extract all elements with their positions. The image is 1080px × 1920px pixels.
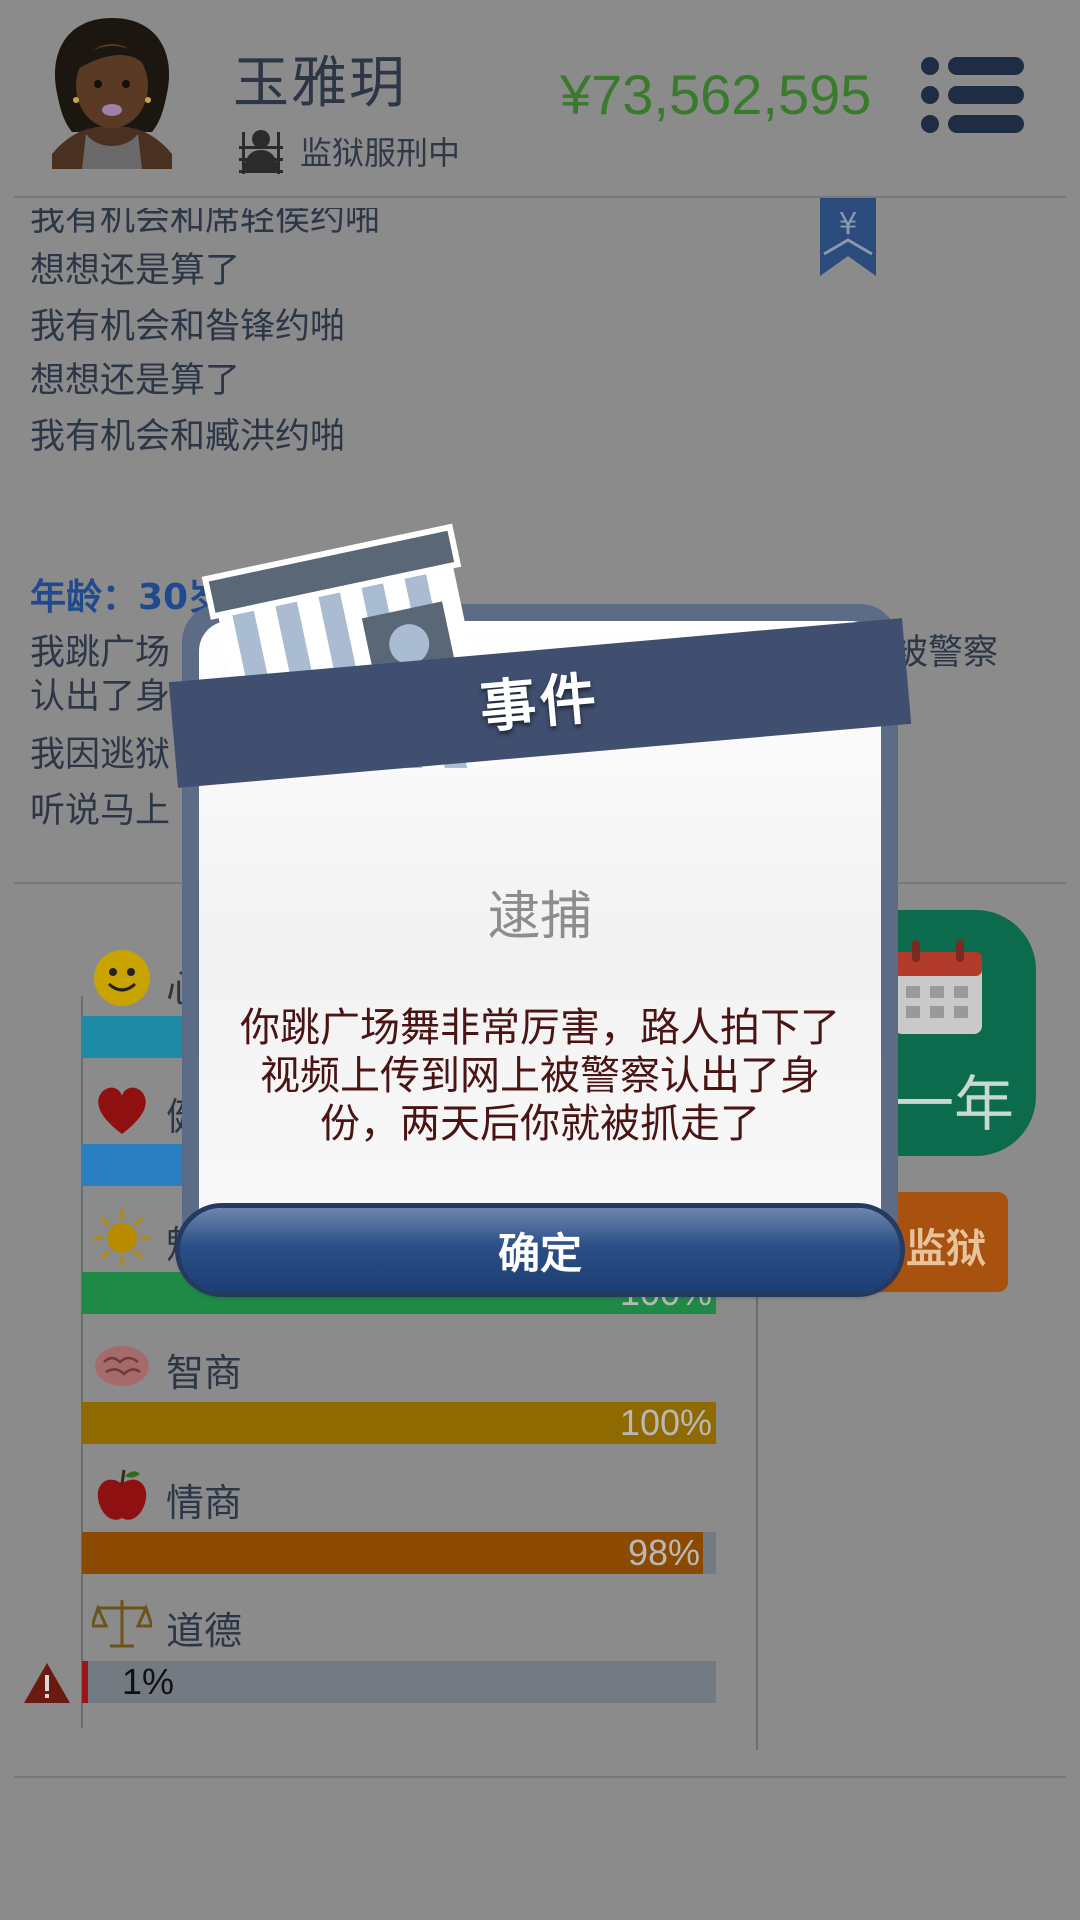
stat-label-iq: 智商 — [166, 1351, 243, 1395]
log-line: 想想还是算了 — [30, 251, 241, 291]
sun-icon — [94, 1210, 150, 1266]
apple-icon — [97, 1469, 147, 1520]
iq-bar: 100% — [82, 1402, 716, 1444]
svg-text:¥: ¥ — [838, 207, 857, 242]
prison-button-label: 监狱 — [906, 1226, 986, 1272]
status-text: 监狱服刑中 — [300, 134, 461, 172]
heart-icon — [98, 1087, 146, 1134]
log-line: 我有机会和臧洪约啪 — [30, 417, 346, 457]
eq-bar-fill — [82, 1532, 704, 1574]
stat-label-moral: 道德 — [166, 1609, 243, 1653]
log-line: 想想还是算了 — [30, 361, 241, 401]
smiley-icon — [94, 950, 150, 1006]
confirm-button[interactable]: 确定 — [180, 1208, 900, 1292]
prisoner-icon — [239, 130, 283, 174]
menu-icon[interactable] — [920, 56, 1024, 134]
yen-bookmark-icon[interactable]: ¥ — [820, 198, 876, 276]
money-display: ¥73,562,595 — [560, 63, 872, 126]
moral-bar-fill — [82, 1661, 89, 1703]
header: 玉雅玥 监狱服刑中 ¥73,562,595 — [0, 0, 1080, 196]
header-divider — [14, 196, 1066, 198]
scales-icon — [92, 1600, 152, 1648]
brain-icon — [95, 1346, 149, 1386]
stat-label-eq: 情商 — [166, 1481, 243, 1525]
log-line: 认出了身 — [30, 677, 171, 717]
status-row: 监狱服刑中 — [236, 126, 460, 176]
warning-icon — [24, 1663, 70, 1703]
next-year-label: 一年 — [894, 1070, 1014, 1140]
eq-bar: 98% — [82, 1532, 716, 1574]
log-line: 听说马上 — [30, 791, 171, 831]
player-name: 玉雅玥 — [233, 51, 407, 116]
modal-title: 逮捕 — [487, 887, 592, 947]
iq-value: 100% — [619, 1402, 712, 1443]
stats-left-line — [81, 996, 83, 1728]
calendar-icon — [894, 940, 982, 1034]
log-line: 我因逃狱 — [30, 735, 171, 775]
moral-bar — [82, 1661, 716, 1703]
confirm-label: 确定 — [497, 1229, 582, 1278]
eq-value: 98% — [627, 1532, 700, 1573]
log-line: 我有机会和昝锋约啪 — [30, 307, 346, 347]
avatar[interactable] — [42, 14, 182, 169]
column-divider — [756, 1276, 758, 1750]
moral-value: 1% — [122, 1661, 175, 1702]
modal-message: 你跳广场舞非常厉害，路人拍下了视频上传到网上被警察认出了身份，两天后你就被抓走了 — [240, 1005, 840, 1147]
bottom-divider — [14, 1776, 1066, 1778]
